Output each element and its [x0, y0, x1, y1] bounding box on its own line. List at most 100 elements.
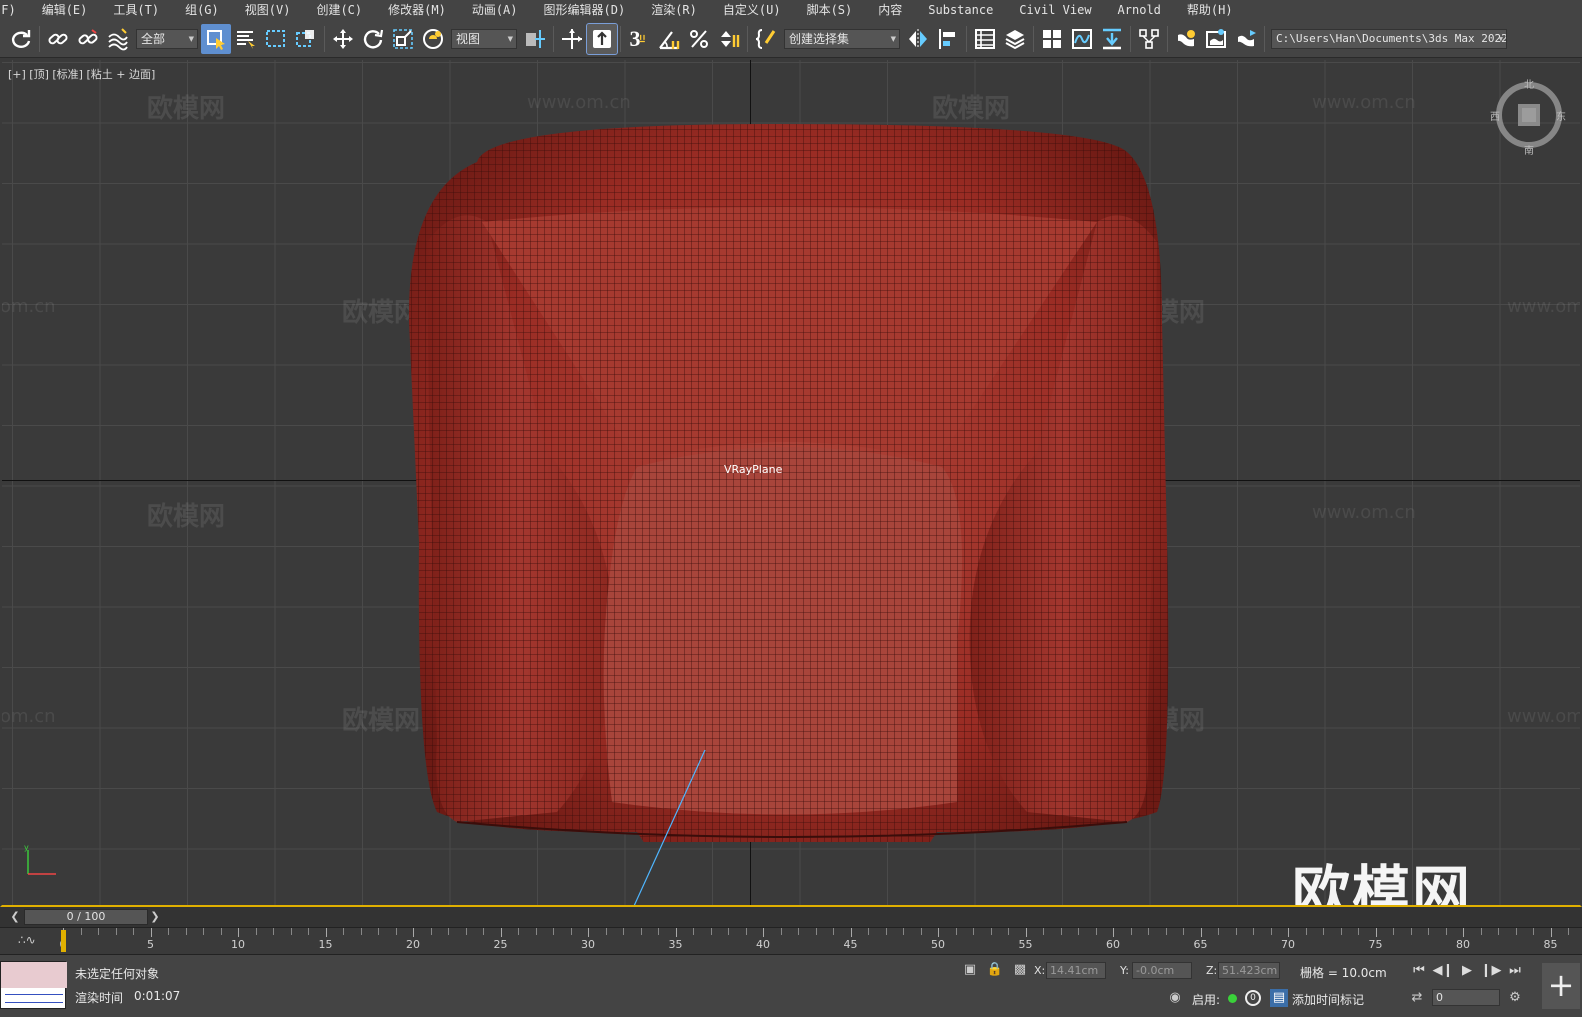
- material-editor-icon[interactable]: [1134, 24, 1164, 54]
- isolate-selection-icon[interactable]: ▣: [961, 961, 979, 979]
- scale-icon[interactable]: [388, 24, 418, 54]
- viewcube-south[interactable]: 南: [1524, 142, 1534, 157]
- menu-item[interactable]: 动画(A): [458, 0, 530, 20]
- unlink-icon[interactable]: [73, 24, 103, 54]
- top-viewport[interactable]: 欧模网 www.om.cn 欧模网 www.om.cn om.cn 欧模网 欧模…: [0, 58, 1582, 907]
- mirror-icon[interactable]: [903, 24, 933, 54]
- curve-editor-icon[interactable]: [1067, 24, 1097, 54]
- play-icon[interactable]: ▶: [1456, 961, 1478, 981]
- menu-item[interactable]: (F): [0, 0, 28, 20]
- go-to-end-icon[interactable]: ⏭: [1504, 961, 1526, 981]
- menu-item[interactable]: 组(G): [171, 0, 231, 20]
- named-selection-dropdown[interactable]: 创建选择集: [784, 28, 900, 49]
- reference-coord-dropdown[interactable]: 视图: [451, 28, 517, 49]
- x-coordinate-field[interactable]: 14.41cm: [1046, 962, 1106, 979]
- track-tick: [255, 928, 257, 935]
- toggle-ribbon-icon[interactable]: [1037, 24, 1067, 54]
- track-tick: [640, 928, 642, 935]
- viewport-label-menu[interactable]: [+] [顶] [标准] [粘土 + 边面]: [8, 66, 155, 82]
- z-coordinate-field[interactable]: 51.423cm: [1218, 962, 1280, 979]
- y-label: Y:: [1120, 964, 1129, 977]
- viewcube-west[interactable]: 西: [1490, 108, 1500, 123]
- go-to-start-icon[interactable]: ⏮: [1408, 961, 1430, 981]
- armchair-mesh[interactable]: [397, 122, 1187, 842]
- track-tick: [1393, 928, 1394, 935]
- viewcube-east[interactable]: 东: [1556, 108, 1566, 123]
- maxscript-listener-mini[interactable]: [0, 961, 67, 1009]
- menu-item[interactable]: 修改器(M): [374, 0, 458, 20]
- rotate-icon[interactable]: [358, 24, 388, 54]
- menu-item[interactable]: 脚本(S): [793, 0, 865, 20]
- y-coordinate-field[interactable]: -0.0cm: [1132, 962, 1192, 979]
- selection-lock-icon[interactable]: 🔒: [986, 961, 1004, 979]
- track-tick: [658, 928, 659, 935]
- time-config-icon[interactable]: ⚙: [1506, 989, 1524, 1007]
- menu-item[interactable]: 创建(C): [302, 0, 374, 20]
- current-frame-input[interactable]: 0: [1432, 989, 1500, 1006]
- window-crossing-icon[interactable]: [291, 24, 321, 54]
- menu-item[interactable]: 渲染(R): [637, 0, 709, 20]
- spinner-snap-icon[interactable]: [714, 24, 744, 54]
- snaps-toggle-icon[interactable]: 3: [624, 24, 654, 54]
- track-tick-label: 5: [147, 938, 154, 951]
- select-object-icon[interactable]: [201, 23, 231, 54]
- track-tick: [395, 928, 397, 935]
- select-by-name-icon[interactable]: [231, 24, 261, 54]
- menu-item[interactable]: 帮助(H): [1173, 0, 1245, 20]
- keyboard-shortcut-override-icon[interactable]: [586, 22, 618, 55]
- menu-item[interactable]: 图形编辑器(D): [530, 0, 638, 20]
- add-time-tag-button[interactable]: 添加时间标记: [1292, 991, 1364, 1008]
- redo-icon[interactable]: [6, 24, 36, 54]
- next-frame-icon[interactable]: ❙▶: [1480, 961, 1502, 981]
- menu-item[interactable]: 视图(V): [231, 0, 303, 20]
- adaptive-degradation-icon[interactable]: ◉: [1166, 989, 1184, 1007]
- place-object-icon[interactable]: [418, 24, 448, 54]
- track-tick: [378, 928, 379, 935]
- viewcube-north[interactable]: 北: [1524, 76, 1534, 91]
- track-tick: [1358, 928, 1359, 935]
- add-viewport-button[interactable]: +: [1542, 963, 1580, 1009]
- selection-filter-dropdown[interactable]: 全部: [136, 28, 198, 49]
- prev-frame-arrow[interactable]: ❮: [8, 909, 22, 925]
- frame-counter[interactable]: 0 / 100: [24, 909, 148, 925]
- status-bar: 未选定任何对象 渲染时间 0:01:07 ▣ 🔒 ▩ X: 14.41cm Y:…: [0, 954, 1582, 1017]
- menu-item[interactable]: 编辑(E): [28, 0, 100, 20]
- track-tick: [1515, 928, 1517, 935]
- viewcube[interactable]: 北 南 东 西: [1490, 80, 1566, 157]
- track-tick: [990, 928, 992, 935]
- pivot-center-icon[interactable]: [520, 24, 550, 54]
- link-icon[interactable]: [43, 24, 73, 54]
- schematic-view-icon[interactable]: [1097, 24, 1127, 54]
- menu-item[interactable]: 自定义(U): [709, 0, 793, 20]
- menu-item[interactable]: 内容: [864, 0, 914, 20]
- track-tick-label: 20: [406, 938, 420, 951]
- render-production-icon[interactable]: [1231, 24, 1261, 54]
- mini-curve-editor-icon[interactable]: ∴∿: [18, 933, 36, 947]
- absolute-transform-icon[interactable]: ▩: [1011, 961, 1029, 979]
- previous-frame-icon[interactable]: ◀❙: [1432, 961, 1454, 981]
- brand-logo: 欧模网: [1292, 859, 1473, 907]
- menu-item[interactable]: Substance: [914, 0, 1005, 20]
- percent-snap-icon[interactable]: [684, 24, 714, 54]
- menu-item[interactable]: Arnold: [1104, 0, 1173, 20]
- project-path-dropdown[interactable]: C:\Users\Han\Documents\3ds Max 2022: [1271, 28, 1507, 49]
- next-frame-arrow[interactable]: ❯: [148, 909, 162, 925]
- rect-selection-region-icon[interactable]: [261, 24, 291, 54]
- scene-explorer-icon[interactable]: [970, 24, 1000, 54]
- angle-snap-icon[interactable]: [654, 24, 684, 54]
- render-setup-icon[interactable]: [1171, 24, 1201, 54]
- menu-item[interactable]: Civil View: [1005, 0, 1103, 20]
- align-icon[interactable]: [933, 24, 963, 54]
- time-tag-icon[interactable]: ▤: [1270, 989, 1288, 1007]
- layer-explorer-icon[interactable]: [1000, 24, 1030, 54]
- current-frame-marker[interactable]: [61, 930, 66, 952]
- move-icon[interactable]: [328, 24, 358, 54]
- key-mode-icon[interactable]: ⇄: [1408, 989, 1426, 1007]
- rendered-frame-window-icon[interactable]: [1201, 24, 1231, 54]
- time-slider[interactable]: ❮ 0 / 100 ❯: [0, 907, 1582, 927]
- select-manipulate-icon[interactable]: [557, 24, 587, 54]
- menu-item[interactable]: 工具(T): [99, 0, 171, 20]
- bind-space-warp-icon[interactable]: [103, 24, 133, 54]
- track-bar[interactable]: ∴∿ 0510152025303540455055606570758085: [0, 927, 1582, 954]
- edit-named-selection-icon[interactable]: [751, 24, 781, 54]
